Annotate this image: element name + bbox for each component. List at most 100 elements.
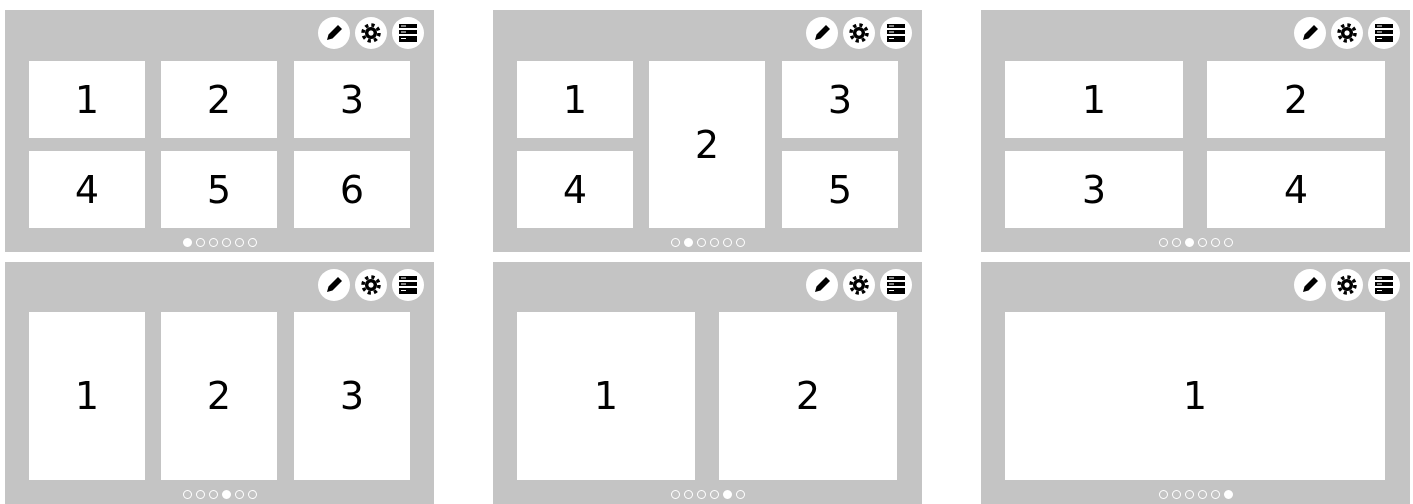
screen-toolbar (1294, 269, 1400, 301)
page-indicator (981, 490, 1410, 499)
page-dot[interactable] (195, 490, 205, 499)
layout-tile[interactable]: 3 (1005, 151, 1183, 228)
page-dot[interactable] (1158, 490, 1168, 499)
page-dot[interactable] (1171, 490, 1181, 499)
layout-tile[interactable]: 3 (294, 61, 410, 138)
layout-tile[interactable]: 4 (1207, 151, 1385, 228)
layout-tile[interactable]: 4 (517, 151, 633, 228)
settings-button[interactable] (843, 269, 875, 301)
layout-icon (887, 276, 905, 294)
page-dot[interactable] (1223, 490, 1233, 499)
settings-button[interactable] (843, 17, 875, 49)
layout-button[interactable] (1368, 269, 1400, 301)
layout-screen-2: 1 2 3 4 5 (493, 10, 922, 252)
layout-icon (887, 24, 905, 42)
layout-button[interactable] (880, 269, 912, 301)
page-dot[interactable] (722, 238, 732, 247)
layout-screen-5: 1 2 (493, 262, 922, 504)
layout-screen-6: 1 (981, 262, 1410, 504)
layout-tile[interactable]: 3 (782, 61, 898, 138)
page-dot[interactable] (1184, 490, 1194, 499)
edit-button[interactable] (318, 17, 350, 49)
page-dot[interactable] (182, 490, 192, 499)
layout-button[interactable] (392, 269, 424, 301)
page-dot[interactable] (709, 238, 719, 247)
gear-icon (1337, 275, 1357, 295)
layout-icon (399, 276, 417, 294)
layout-icon (1375, 276, 1393, 294)
screen-toolbar (318, 269, 424, 301)
layout-screen-1: 1 2 3 4 5 6 (5, 10, 434, 252)
page-dot[interactable] (1210, 238, 1220, 247)
page-indicator (5, 238, 434, 247)
layout-tile[interactable]: 6 (294, 151, 410, 228)
page-dot[interactable] (221, 238, 231, 247)
layout-tile[interactable]: 4 (29, 151, 145, 228)
page-dot[interactable] (670, 490, 680, 499)
page-dot[interactable] (1210, 490, 1220, 499)
page-dot[interactable] (683, 490, 693, 499)
gear-icon (361, 275, 381, 295)
edit-button[interactable] (806, 269, 838, 301)
page-dot[interactable] (722, 490, 732, 499)
page-dot[interactable] (182, 238, 192, 247)
settings-button[interactable] (355, 269, 387, 301)
page-indicator (5, 490, 434, 499)
page-dot[interactable] (208, 238, 218, 247)
layout-tile[interactable]: 3 (294, 312, 410, 480)
layout-tile[interactable]: 5 (161, 151, 277, 228)
page-dot[interactable] (247, 238, 257, 247)
page-dot[interactable] (208, 490, 218, 499)
layout-tile[interactable]: 1 (517, 312, 695, 480)
page-dot[interactable] (1184, 238, 1194, 247)
page-dot[interactable] (1197, 490, 1207, 499)
page-dot[interactable] (195, 238, 205, 247)
layout-screen-4: 1 2 3 (5, 262, 434, 504)
page-dot[interactable] (696, 238, 706, 247)
edit-button[interactable] (1294, 17, 1326, 49)
edit-button[interactable] (318, 269, 350, 301)
page-dot[interactable] (247, 490, 257, 499)
page-dot[interactable] (1197, 238, 1207, 247)
page-dot[interactable] (1223, 238, 1233, 247)
page-dot[interactable] (1171, 238, 1181, 247)
page-dot[interactable] (735, 238, 745, 247)
layout-tile[interactable]: 2 (161, 312, 277, 480)
screen-toolbar (806, 17, 912, 49)
layout-tile[interactable]: 1 (29, 61, 145, 138)
layout-tile[interactable]: 2 (1207, 61, 1385, 138)
page-indicator (493, 490, 922, 499)
page-dot[interactable] (709, 490, 719, 499)
settings-button[interactable] (1331, 269, 1363, 301)
gear-icon (849, 23, 869, 43)
page-dot[interactable] (221, 490, 231, 499)
gear-icon (1337, 23, 1357, 43)
page-dot[interactable] (670, 238, 680, 247)
layout-tile[interactable]: 2 (161, 61, 277, 138)
page-dot[interactable] (683, 238, 693, 247)
page-dot[interactable] (234, 490, 244, 499)
layout-tile[interactable]: 2 (649, 61, 765, 228)
screen-toolbar (806, 269, 912, 301)
layout-button[interactable] (1368, 17, 1400, 49)
layout-tile[interactable]: 2 (719, 312, 897, 480)
page-indicator (981, 238, 1410, 247)
layout-tile[interactable]: 1 (1005, 61, 1183, 138)
layout-button[interactable] (392, 17, 424, 49)
page-dot[interactable] (735, 490, 745, 499)
layout-tile[interactable]: 1 (29, 312, 145, 480)
layout-tile[interactable]: 1 (517, 61, 633, 138)
settings-button[interactable] (1331, 17, 1363, 49)
pencil-icon (815, 277, 830, 292)
settings-button[interactable] (355, 17, 387, 49)
edit-button[interactable] (1294, 269, 1326, 301)
pencil-icon (327, 277, 342, 292)
pencil-icon (327, 25, 342, 40)
layout-tile[interactable]: 1 (1005, 312, 1385, 480)
page-dot[interactable] (234, 238, 244, 247)
layout-tile[interactable]: 5 (782, 151, 898, 228)
page-dot[interactable] (696, 490, 706, 499)
layout-button[interactable] (880, 17, 912, 49)
edit-button[interactable] (806, 17, 838, 49)
page-dot[interactable] (1158, 238, 1168, 247)
